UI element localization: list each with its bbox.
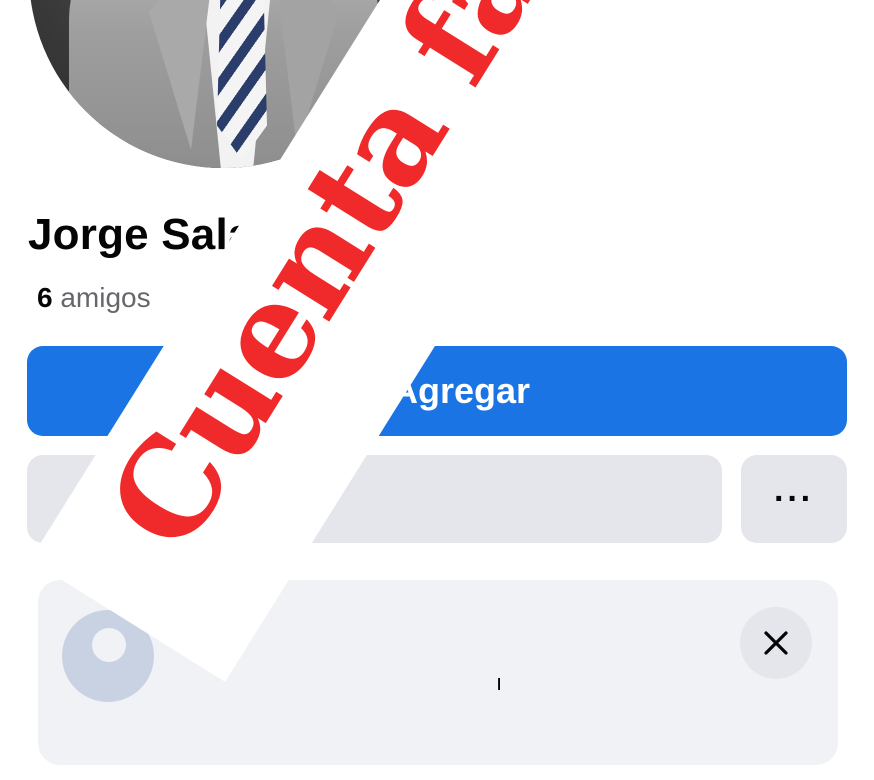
friends-count-label: amigos [60, 282, 151, 313]
more-options-button[interactable]: ··· [741, 455, 847, 543]
friends-count-number: 6 [37, 282, 53, 313]
friends-count[interactable]: 6 amigos [37, 282, 151, 314]
more-options-icon: ··· [774, 479, 814, 518]
close-button[interactable] [740, 607, 812, 679]
close-icon [764, 631, 788, 655]
suggestion-text: ı [496, 670, 503, 695]
